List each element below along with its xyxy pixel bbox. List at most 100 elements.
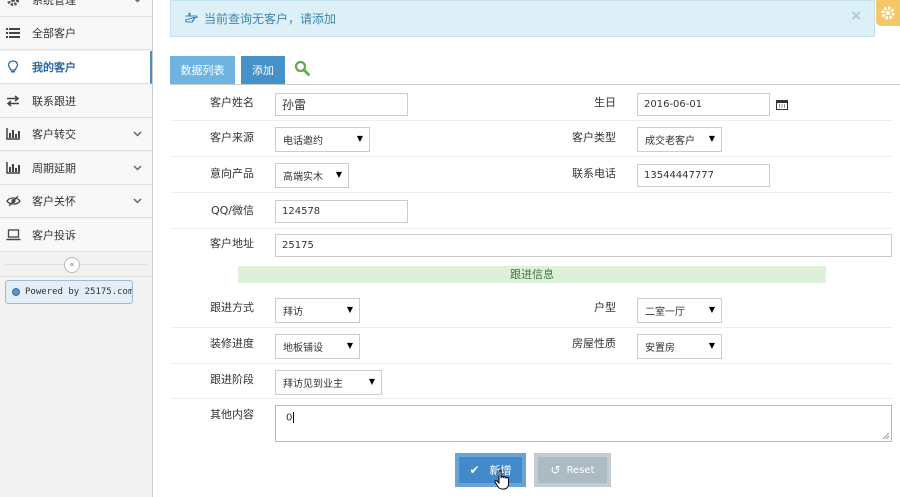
resize-handle-icon[interactable] [882, 432, 890, 440]
property-nature-label: 房屋性质 [572, 337, 616, 350]
double-chevron-left-icon: « [69, 260, 75, 270]
chevron-down-icon [133, 129, 142, 140]
sidebar: 系统管理 全部客户 我的客户 联系跟进 客户转交 周期延期 客户关怀 客户投诉 … [0, 0, 153, 497]
follow-stage-select[interactable]: 拜访见到业主 ▼ [275, 370, 382, 395]
row-divider [170, 192, 892, 193]
sidebar-item-transfer[interactable]: 客户转交 [0, 118, 152, 151]
calendar-icon[interactable] [776, 99, 788, 110]
alert-text: 当前查询无客户，请添加 [204, 12, 337, 26]
other-content-value: 0 [286, 412, 293, 424]
qq-wechat-label: QQ/微信 [210, 204, 254, 217]
dropdown-arrow-icon: ▼ [708, 341, 715, 350]
follow-method-label: 跟进方式 [210, 301, 254, 314]
birthday-input[interactable]: 2016-06-01 [637, 93, 770, 116]
sidebar-item-all-customers[interactable]: 全部客户 [0, 17, 152, 50]
settings-gear-button[interactable] [876, 0, 900, 26]
house-type-label: 户型 [594, 301, 616, 314]
reset-label: Reset [566, 464, 595, 476]
sidebar-item-label: 联系跟进 [32, 95, 76, 108]
lightbulb-icon [5, 59, 21, 75]
tab-add[interactable]: 添加 [241, 56, 285, 84]
source-select[interactable]: 电话邀约 ▼ [275, 127, 370, 152]
dropdown-arrow-icon: ▼ [368, 377, 375, 386]
row-divider [170, 327, 892, 328]
follow-method-select-value: 拜访 [283, 307, 303, 318]
sidebar-item-label: 全部客户 [32, 27, 76, 40]
customer-type-select-value: 成交老客户 [645, 136, 695, 147]
search-icon[interactable] [294, 60, 310, 76]
customer-type-label: 客户类型 [572, 131, 616, 144]
product-select[interactable]: 高端实木 ▼ [275, 163, 349, 188]
hand-pointer-icon [184, 11, 198, 26]
sidebar-item-complaints[interactable]: 客户投诉 [0, 219, 152, 252]
row-divider [170, 120, 892, 121]
eye-slash-icon [5, 193, 21, 209]
sidebar-collapse-row: « [0, 253, 152, 277]
text-caret [293, 412, 295, 423]
sidebar-item-label: 周期延期 [32, 162, 76, 175]
globe-icon [12, 288, 20, 296]
customer-name-input[interactable]: 孙雷 [275, 93, 408, 116]
property-nature-select[interactable]: 安置房 ▼ [637, 334, 722, 359]
dropdown-arrow-icon: ▼ [356, 134, 363, 143]
gear-icon [5, 0, 21, 8]
house-type-select[interactable]: 二室一厅 ▼ [637, 298, 722, 323]
info-alert: 当前查询无客户，请添加 × [170, 0, 875, 37]
dropdown-arrow-icon: ▼ [335, 170, 342, 179]
powered-by-text: Powered by 25175.com [25, 287, 133, 297]
laptop-icon [5, 227, 21, 243]
sidebar-item-label: 客户转交 [32, 128, 76, 141]
sidebar-item-customer-care[interactable]: 客户关怀 [0, 185, 152, 218]
section-header-follow-up: 跟进信息 [238, 266, 826, 283]
other-content-label: 其他内容 [210, 408, 254, 421]
row-divider [170, 228, 892, 229]
sidebar-item-my-customers[interactable]: 我的客户 [0, 51, 152, 84]
phone-input[interactable]: 13544447777 [637, 164, 770, 187]
hand-cursor-icon [494, 470, 510, 490]
dropdown-arrow-icon: ▼ [708, 305, 715, 314]
address-label: 客户地址 [210, 237, 254, 250]
sidebar-item-label: 客户关怀 [32, 195, 76, 208]
dropdown-arrow-icon: ▼ [346, 341, 353, 350]
tab-data-list[interactable]: 数据列表 [170, 56, 235, 84]
sidebar-item-period-extension[interactable]: 周期延期 [0, 152, 152, 185]
product-select-value: 高端实木 [283, 172, 323, 183]
decoration-progress-select[interactable]: 地板铺设 ▼ [275, 334, 360, 359]
check-icon: ✔ [469, 463, 480, 477]
source-select-value: 电话邀约 [283, 136, 323, 147]
collapse-sidebar-button[interactable]: « [64, 257, 80, 273]
sidebar-item-system[interactable]: 系统管理 [0, 0, 152, 17]
add-submit-button[interactable]: ✔ 新增 [455, 453, 526, 487]
powered-by-badge[interactable]: Powered by 25175.com [5, 280, 133, 304]
follow-method-select[interactable]: 拜访 ▼ [275, 298, 360, 323]
bar-chart-icon [5, 126, 21, 142]
sidebar-item-follow-up[interactable]: 联系跟进 [0, 85, 152, 118]
product-label: 意向产品 [210, 167, 254, 180]
row-divider [170, 363, 892, 364]
phone-label: 联系电话 [572, 167, 616, 180]
dropdown-arrow-icon: ▼ [708, 134, 715, 143]
sidebar-item-label: 系统管理 [32, 0, 76, 7]
customer-type-select[interactable]: 成交老客户 ▼ [637, 127, 722, 152]
customer-name-label: 客户姓名 [210, 96, 254, 109]
tab-divider [170, 84, 900, 85]
close-icon[interactable]: × [850, 8, 862, 24]
follow-stage-label: 跟进阶段 [210, 373, 254, 386]
undo-icon: ↺ [550, 463, 561, 477]
gear-icon [880, 6, 896, 25]
reset-button[interactable]: ↺ Reset [534, 453, 611, 487]
sidebar-item-label: 我的客户 [32, 61, 76, 74]
exchange-icon [5, 93, 21, 109]
sidebar-item-label: 客户投诉 [32, 229, 76, 242]
birthday-label: 生日 [594, 96, 616, 109]
qq-wechat-input[interactable]: 124578 [275, 200, 408, 223]
source-label: 客户来源 [210, 131, 254, 144]
chevron-down-icon [133, 0, 142, 6]
decoration-progress-select-value: 地板铺设 [283, 343, 323, 354]
address-input[interactable]: 25175 [275, 234, 892, 257]
list-icon [5, 25, 21, 41]
dropdown-arrow-icon: ▼ [346, 305, 353, 314]
row-divider [170, 156, 892, 157]
house-type-select-value: 二室一厅 [645, 307, 685, 318]
other-content-textarea[interactable]: 0 [275, 405, 892, 442]
